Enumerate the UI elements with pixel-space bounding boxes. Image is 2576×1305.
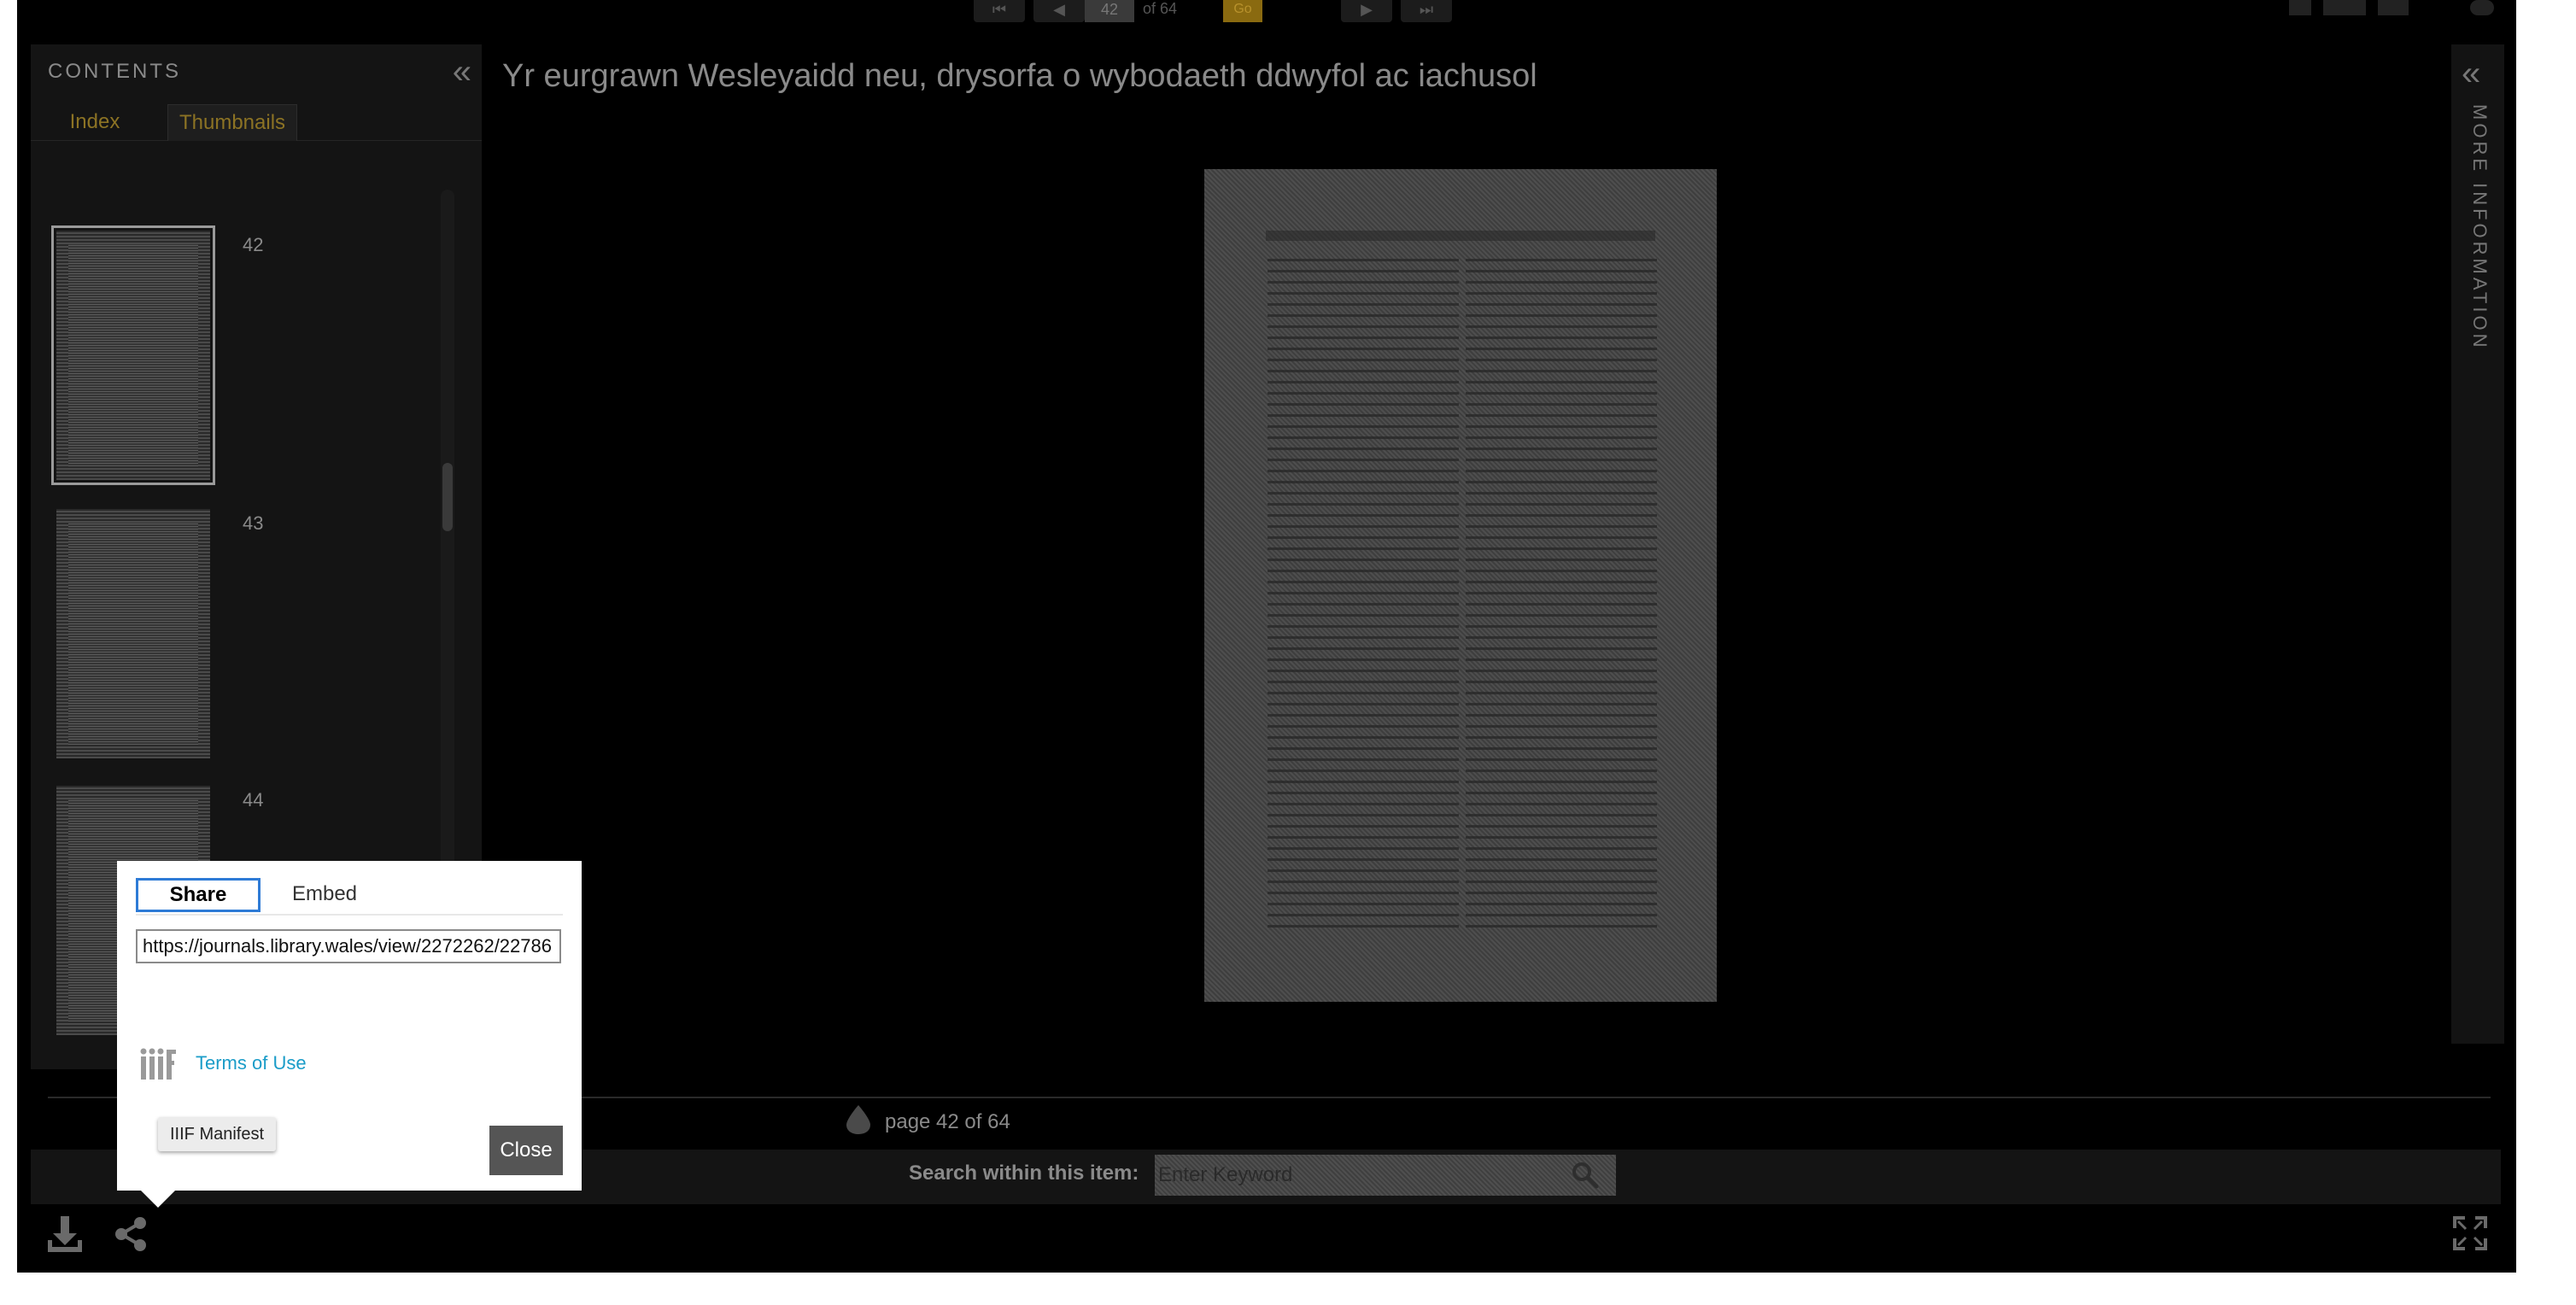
thumbnail-number: 43 — [243, 512, 264, 534]
single-page-view-icon[interactable] — [2289, 0, 2311, 15]
close-button[interactable]: Close — [489, 1126, 563, 1175]
fullscreen-icon[interactable] — [2453, 1216, 2487, 1250]
tab-share[interactable]: Share — [136, 878, 261, 912]
last-page-button[interactable]: ⏭ — [1401, 0, 1452, 22]
page-header-text — [1266, 231, 1655, 241]
previous-page-button[interactable]: ◀ — [1033, 0, 1085, 22]
page-title: Yr eurgrawn Wesleyaidd neu, drysorfa o w… — [502, 58, 1537, 94]
page-status: page 42 of 64 — [885, 1110, 1010, 1133]
last-page-icon: ⏭ — [1419, 1, 1434, 18]
download-icon[interactable] — [46, 1213, 84, 1254]
search-icon[interactable] — [1570, 1160, 1599, 1189]
thumbnail-number: 42 — [243, 234, 264, 255]
next-page-icon: ▶ — [1361, 1, 1373, 18]
thumbnail-page-43[interactable] — [56, 509, 210, 758]
collapse-panel-icon[interactable]: « — [453, 55, 471, 89]
search-label: Search within this item: — [909, 1162, 1139, 1185]
tab-index[interactable]: Index — [31, 104, 159, 140]
more-information-panel: « MORE INFORMATION — [2451, 44, 2504, 1044]
go-button[interactable]: Go — [1223, 0, 1262, 22]
thumbnail-number: 44 — [243, 789, 264, 811]
page-text-column — [1268, 253, 1459, 928]
search-input[interactable] — [1155, 1155, 1616, 1196]
share-popup: Share Embed Terms of Use IIIF Manifest C… — [117, 861, 582, 1208]
thumbnail-scrollbar-handle[interactable] — [442, 463, 453, 531]
tab-embed[interactable]: Embed — [286, 878, 363, 912]
iiif-manifest-button[interactable]: IIIF Manifest — [158, 1117, 277, 1151]
page-scan-image[interactable] — [1204, 169, 1717, 1002]
share-popup-tabs: Share Embed — [136, 871, 563, 916]
page-number-input[interactable]: 42 — [1085, 0, 1134, 22]
thumbnail-page-42[interactable] — [51, 225, 215, 485]
expand-panel-icon[interactable]: « — [2462, 56, 2480, 91]
settings-gear-icon[interactable] — [2470, 0, 2494, 15]
previous-page-icon: ◀ — [1053, 1, 1065, 18]
more-information-label[interactable]: MORE INFORMATION — [2468, 104, 2491, 350]
contents-title: CONTENTS — [48, 60, 181, 83]
share-icon[interactable] — [113, 1216, 149, 1252]
first-page-button[interactable]: ⏮ — [974, 0, 1025, 22]
top-toolbar: ⏮ ◀ 42 of 64 Go ▶ ⏭ — [17, 0, 2516, 24]
contents-tabs: Index Thumbnails — [31, 104, 482, 141]
two-page-view-icon[interactable] — [2323, 0, 2366, 15]
drop-icon — [846, 1105, 870, 1134]
terms-of-use-link[interactable]: Terms of Use — [196, 1052, 307, 1074]
tab-thumbnails[interactable]: Thumbnails — [167, 104, 297, 141]
gallery-view-icon[interactable] — [2378, 0, 2409, 15]
iiif-logo-icon — [140, 1048, 176, 1080]
page-total-label: of 64 — [1143, 0, 1178, 17]
first-page-icon: ⏮ — [992, 1, 1007, 18]
document-viewer: ⏮ ◀ 42 of 64 Go ▶ ⏭ CONTENTS « Index Thu… — [17, 0, 2516, 1273]
page-text-column — [1466, 253, 1657, 928]
next-page-button[interactable]: ▶ — [1341, 0, 1392, 22]
share-url-field[interactable] — [136, 929, 561, 963]
